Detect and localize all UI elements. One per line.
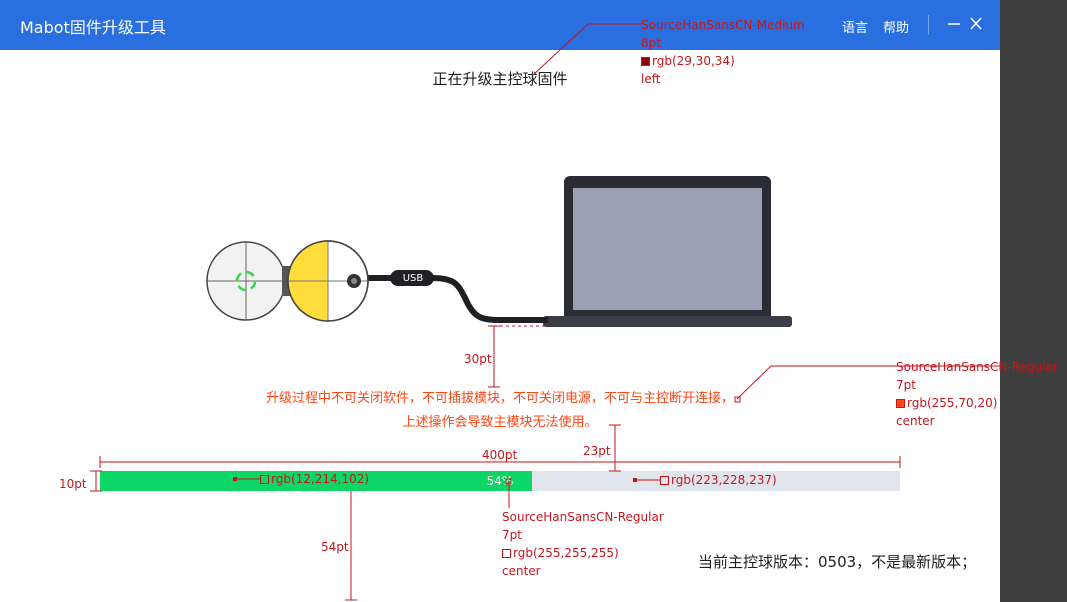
track-color-annotation: rgb(223,228,237)	[660, 471, 777, 489]
upgrade-window: Mabot固件升级工具 语言 帮助 正在升级主控球固件 USB 升级过程中不可关…	[0, 0, 1000, 602]
dimension-54pt: 54pt	[321, 540, 349, 554]
dimension-10pt: 10pt	[59, 477, 87, 491]
annotation-lines	[90, 23, 1000, 601]
dimension-23pt: 23pt	[583, 444, 611, 458]
dimension-400pt: 400pt	[482, 448, 518, 462]
progress-text-spec-annotation: SourceHanSansCN-Regular 7pt rgb(255,255,…	[502, 510, 664, 578]
heading-spec-annotation: SourceHanSansCN-Medium 8pt rgb(29,30,34)…	[641, 18, 805, 86]
fill-color-annotation: rgb(12,214,102)	[260, 470, 369, 488]
dimension-30pt: 30pt	[464, 352, 492, 366]
warning-spec-annotation: SourceHanSansCN-Regular 7pt rgb(255,70,2…	[896, 360, 1058, 428]
